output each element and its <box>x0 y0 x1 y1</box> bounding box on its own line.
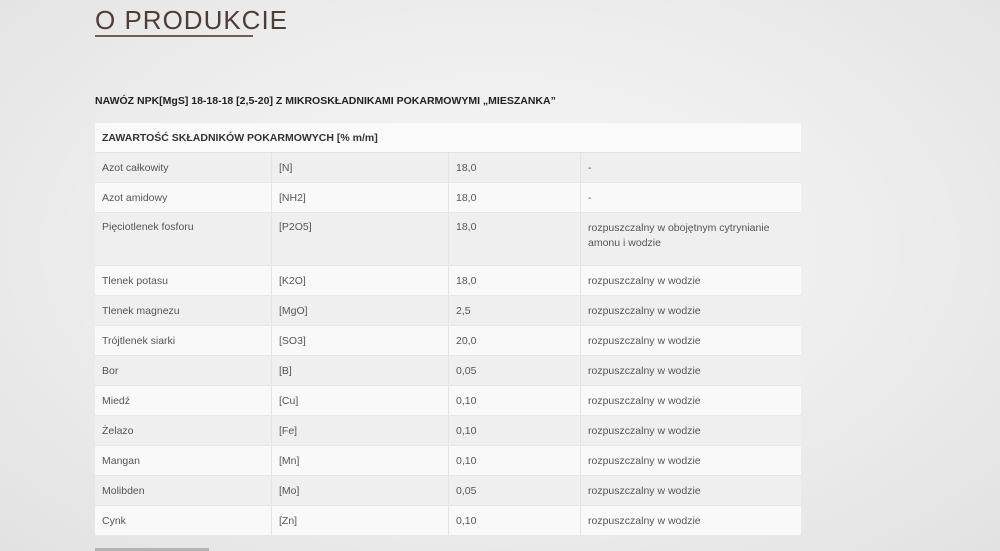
nutrient-note: rozpuszczalny w wodzie <box>580 415 801 446</box>
nutrient-name: Tlenek potasu <box>95 265 272 296</box>
table-header: ZAWARTOŚĆ SKŁADNIKÓW POKARMOWYCH [% m/m] <box>95 123 801 153</box>
table-row: Azot całkowity [N] 18,0 - <box>95 152 801 183</box>
table-row: Bor [B] 0,05 rozpuszczalny w wodzie <box>95 355 801 386</box>
table-row: Żelazo [Fe] 0,10 rozpuszczalny w wodzie <box>95 415 801 446</box>
nutrient-name: Mangan <box>95 445 272 476</box>
nutrient-name: Azot amidowy <box>95 182 272 213</box>
table-row: Molibden [Mo] 0,05 rozpuszczalny w wodzi… <box>95 475 801 506</box>
nutrient-note: rozpuszczalny w wodzie <box>580 295 801 326</box>
nutrient-symbol: [SO3] <box>271 325 449 356</box>
nutrient-symbol: [Mn] <box>271 445 449 476</box>
nutrient-symbol: [Zn] <box>271 505 449 536</box>
nutrient-name: Pięciotlenek fosforu <box>95 212 272 266</box>
nutrient-symbol: [Mo] <box>271 475 449 506</box>
nutrient-symbol: [Cu] <box>271 385 449 416</box>
nutrient-symbol: [P2O5] <box>271 212 449 266</box>
table-row: Pięciotlenek fosforu [P2O5] 18,0 rozpusz… <box>95 212 801 266</box>
nutrient-value: 18,0 <box>448 212 581 266</box>
nutrient-note: rozpuszczalny w wodzie <box>580 265 801 296</box>
nutrient-value: 0,10 <box>448 385 581 416</box>
nutrient-value: 0,10 <box>448 505 581 536</box>
nutrient-note: rozpuszczalny w wodzie <box>580 505 801 536</box>
nutrient-note: - <box>580 182 801 213</box>
table-row: Mangan [Mn] 0,10 rozpuszczalny w wodzie <box>95 445 801 476</box>
table-row: Cynk [Zn] 0,10 rozpuszczalny w wodzie <box>95 505 801 536</box>
nutrient-value: 18,0 <box>448 152 581 183</box>
table-row: Trójtlenek siarki [SO3] 20,0 rozpuszczal… <box>95 325 801 356</box>
nutrient-symbol: [NH2] <box>271 182 449 213</box>
nutrient-value: 0,10 <box>448 445 581 476</box>
nutrient-note: rozpuszczalny w wodzie <box>580 445 801 476</box>
nutrient-name: Bor <box>95 355 272 386</box>
table-row: Tlenek magnezu [MgO] 2,5 rozpuszczalny w… <box>95 295 801 326</box>
nutrient-value: 0,10 <box>448 415 581 446</box>
nutrient-symbol: [N] <box>271 152 449 183</box>
nutrient-note: - <box>580 152 801 183</box>
nutrient-name: Miedź <box>95 385 272 416</box>
nutrient-value: 0,05 <box>448 475 581 506</box>
nutrient-value: 18,0 <box>448 182 581 213</box>
nutrient-name: Żelazo <box>95 415 272 446</box>
product-name: NAWÓZ NPK[MgS] 18-18-18 [2,5-20] Z MIKRO… <box>95 95 556 107</box>
nutrient-symbol: [MgO] <box>271 295 449 326</box>
nutrient-name: Trójtlenek siarki <box>95 325 272 356</box>
nutrient-symbol: [Fe] <box>271 415 449 446</box>
nutrient-name: Tlenek magnezu <box>95 295 272 326</box>
nutrient-note: rozpuszczalny w wodzie <box>580 325 801 356</box>
nutrient-name: Molibden <box>95 475 272 506</box>
nutrient-value: 2,5 <box>448 295 581 326</box>
table-row: Tlenek potasu [K2O] 18,0 rozpuszczalny w… <box>95 265 801 296</box>
nutrient-value: 20,0 <box>448 325 581 356</box>
nutrient-note: rozpuszczalny w wodzie <box>580 385 801 416</box>
nutrient-name: Cynk <box>95 505 272 536</box>
section-title: O PRODUKCIE <box>95 5 289 35</box>
title-underline <box>95 35 253 37</box>
nutrient-symbol: [B] <box>271 355 449 386</box>
nutrient-name: Azot całkowity <box>95 152 272 183</box>
nutrient-note: rozpuszczalny w wodzie <box>580 475 801 506</box>
nutrient-symbol: [K2O] <box>271 265 449 296</box>
nutrient-value: 18,0 <box>448 265 581 296</box>
table-row: Miedź [Cu] 0,10 rozpuszczalny w wodzie <box>95 385 801 416</box>
table-header-row: ZAWARTOŚĆ SKŁADNIKÓW POKARMOWYCH [% m/m] <box>95 123 801 153</box>
nutrient-value: 0,05 <box>448 355 581 386</box>
nutrient-note: rozpuszczalny w wodzie <box>580 355 801 386</box>
table-row: Azot amidowy [NH2] 18,0 - <box>95 182 801 213</box>
nutrients-table: ZAWARTOŚĆ SKŁADNIKÓW POKARMOWYCH [% m/m]… <box>95 123 801 536</box>
nutrient-note: rozpuszczalny w obojętnym cytrynianie am… <box>580 212 801 266</box>
